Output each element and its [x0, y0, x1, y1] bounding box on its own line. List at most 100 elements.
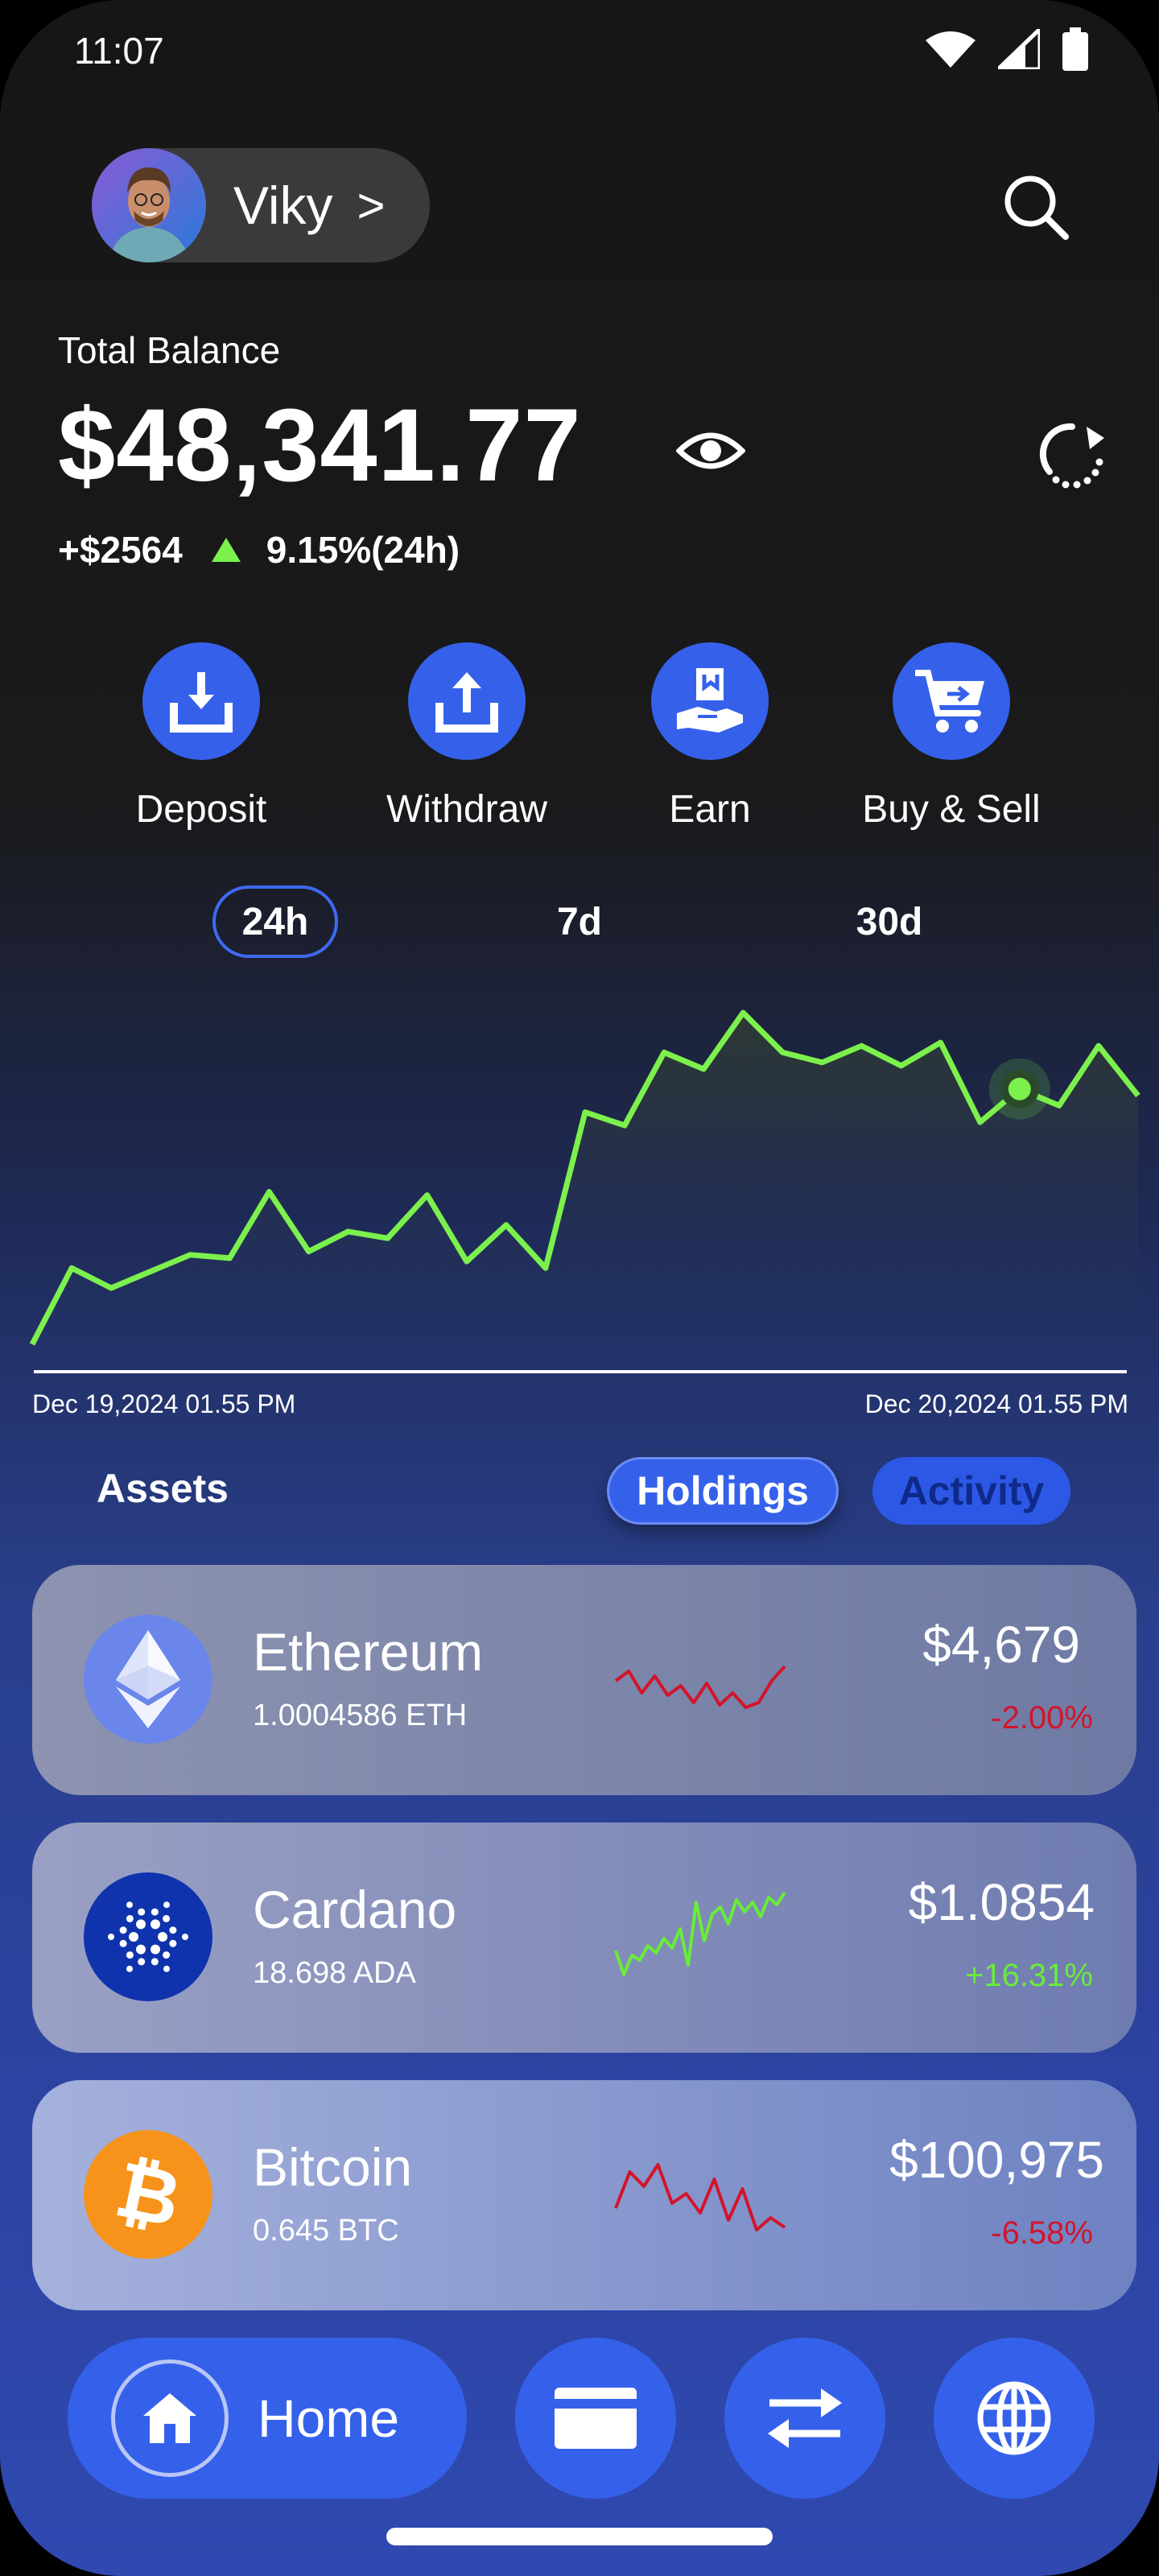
asset-amount: 1.0004586 ETH [253, 1699, 468, 1732]
asset-price: $100,975 [889, 2131, 1104, 2189]
buy-sell-button[interactable]: Buy & Sell [831, 642, 1072, 832]
assets-title: Assets [97, 1466, 229, 1511]
home-icon [143, 2393, 196, 2443]
search-icon [1004, 175, 1069, 240]
deposit-icon-circle [142, 642, 260, 760]
asset-amount: 0.645 BTC [253, 2214, 399, 2248]
deposit-button[interactable]: Deposit [80, 642, 322, 832]
cardano-dot [169, 1926, 177, 1934]
signal-icon [998, 29, 1040, 69]
earn-button[interactable]: Earn [589, 642, 831, 832]
range-30d-button[interactable]: 30d [837, 886, 942, 958]
nav-globe-button[interactable] [934, 2338, 1095, 2499]
globe-icon [977, 2381, 1051, 2455]
cardano-dot [126, 1914, 134, 1922]
cart-icon [915, 670, 984, 733]
cardano-dot [136, 1944, 146, 1955]
cardano-dot [151, 1919, 160, 1930]
cardano-dot [169, 1939, 177, 1947]
app-screen: 11:07 Viky > Total Balance $48,341.77 +$… [0, 0, 1159, 2576]
profile-button[interactable]: Viky > [92, 148, 430, 262]
nav-wallet-button[interactable] [515, 2338, 676, 2499]
asset-sparkline [614, 1665, 786, 1709]
home-icon-ring [111, 2359, 229, 2477]
asset-change: -2.00% [991, 1700, 1093, 1736]
range-7d-button[interactable]: 7d [531, 886, 628, 958]
withdraw-icon-circle [408, 642, 526, 760]
cardano-dot [126, 1951, 134, 1959]
asset-card-bitcoin[interactable]: ₿ Bitcoin 0.645 BTC $100,975 -6.58% [32, 2080, 1136, 2310]
asset-sparkline [614, 2163, 786, 2231]
asset-name: Bitcoin [253, 2137, 413, 2197]
asset-card-ethereum[interactable]: Ethereum 1.0004586 ETH $4,679 -2.00% [32, 1565, 1136, 1795]
chart-end-date: Dec 20,2024 01.55 PM [864, 1389, 1128, 1418]
cardano-dot [151, 1958, 159, 1966]
asset-price: $1.0854 [908, 1873, 1095, 1931]
cardano-dot [136, 1919, 146, 1930]
asset-change: +16.31% [964, 1958, 1093, 1993]
wifi-icon [926, 31, 975, 68]
wallet-icon [555, 2388, 637, 2449]
withdraw-icon [435, 672, 498, 733]
battery-icon [1062, 27, 1088, 71]
cardano-dot [163, 1951, 171, 1959]
toggle-visibility-button[interactable] [674, 427, 747, 479]
buy-sell-label: Buy & Sell [862, 788, 1041, 831]
earn-icon-circle [651, 642, 769, 760]
cardano-icon [84, 1872, 212, 2001]
trend-up-icon [211, 538, 241, 562]
balance-label: Total Balance [58, 329, 281, 371]
home-indicator[interactable] [386, 2528, 773, 2545]
chevron-right-icon: > [357, 178, 386, 233]
balance-chart[interactable] [0, 966, 1159, 1417]
status-icons [926, 27, 1088, 71]
profile-name: Viky [233, 175, 333, 235]
transfer-icon [768, 2388, 842, 2448]
withdraw-button[interactable]: Withdraw [346, 642, 588, 832]
cardano-dot [126, 1901, 133, 1909]
cardano-dot [119, 1939, 127, 1947]
cardano-dot [129, 1932, 138, 1942]
status-time: 11:07 [74, 30, 164, 72]
search-button[interactable] [998, 169, 1075, 246]
chart-start-date: Dec 19,2024 01.55 PM [32, 1389, 296, 1418]
balance-change-amount: +$2564 [58, 529, 183, 571]
refresh-button[interactable] [1033, 415, 1111, 497]
chart-marker [1008, 1077, 1031, 1100]
asset-name: Cardano [253, 1880, 457, 1939]
cardano-dot [151, 1908, 159, 1916]
tab-activity[interactable]: Activity [872, 1457, 1070, 1525]
deposit-icon [170, 672, 233, 733]
balance-amount: $48,341.77 [58, 388, 582, 503]
cart-icon-circle [893, 642, 1010, 760]
cardano-dot [138, 1908, 146, 1916]
avatar [92, 148, 206, 262]
cardano-dot [151, 1944, 160, 1955]
asset-change: -6.58% [991, 2215, 1093, 2251]
eye-icon [674, 432, 747, 469]
asset-card-cardano[interactable]: Cardano 18.698 ADA $1.0854 +16.31% [32, 1823, 1136, 2053]
tab-holdings[interactable]: Holdings [607, 1457, 839, 1525]
earn-icon [677, 668, 743, 733]
cardano-dot [108, 1934, 114, 1940]
range-24h-button[interactable]: 24h [212, 886, 338, 958]
asset-price: $4,679 [922, 1616, 1080, 1674]
balance-change-percent: 9.15%(24h) [266, 529, 460, 571]
deposit-label: Deposit [135, 788, 267, 831]
asset-amount: 18.698 ADA [253, 1956, 416, 1990]
nav-transfer-button[interactable] [724, 2338, 885, 2499]
chart-area [32, 1013, 1138, 1372]
nav-home-button[interactable]: Home [68, 2338, 467, 2499]
earn-label: Earn [669, 788, 751, 831]
cardano-dot [158, 1932, 167, 1942]
cardano-dot [119, 1926, 127, 1934]
balance-change: +$2564 9.15%(24h) [58, 528, 460, 572]
nav-home-label: Home [258, 2388, 400, 2448]
cardano-dot [163, 1901, 170, 1909]
cardano-dot [163, 1965, 170, 1972]
cardano-dot [182, 1934, 188, 1940]
cardano-dot [138, 1958, 146, 1966]
ethereum-icon [84, 1615, 212, 1744]
refresh-icon [1039, 423, 1104, 489]
bitcoin-icon: ₿ [84, 2130, 212, 2259]
